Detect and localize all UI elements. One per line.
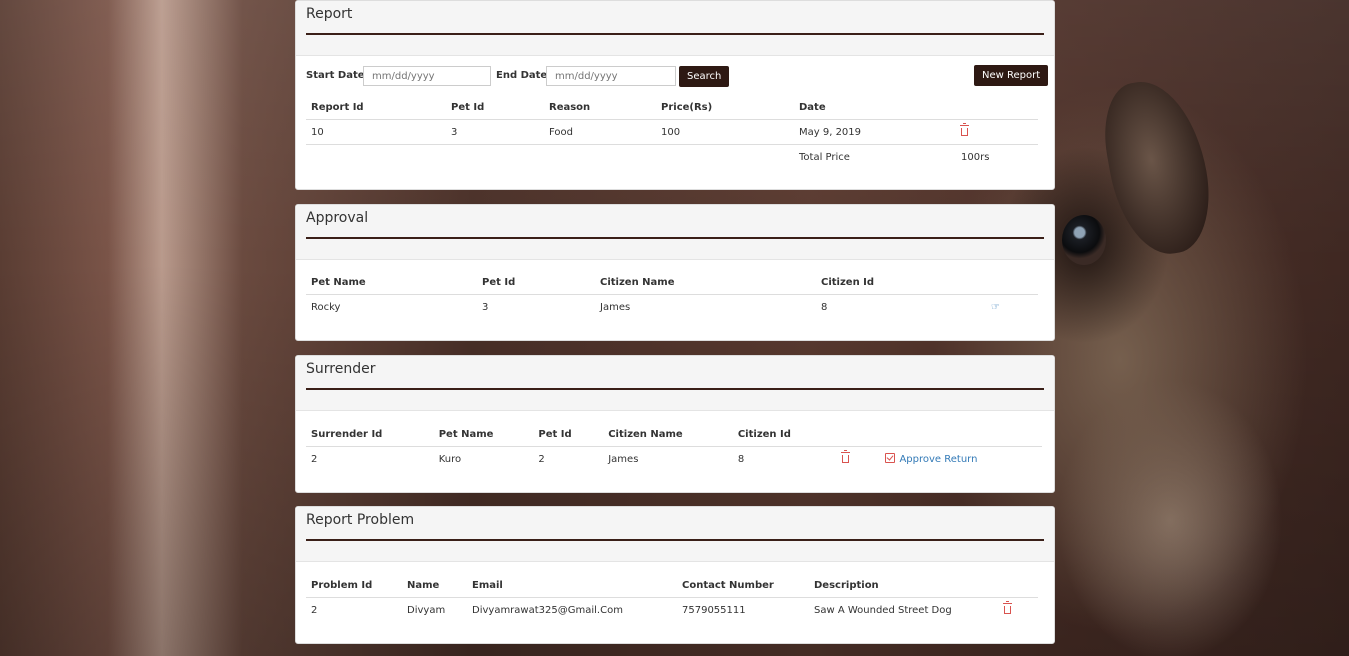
cell-reason: Food [544, 119, 656, 145]
cell-citizen-name: James [608, 453, 639, 465]
cell-description: Saw A Wounded Street Dog [814, 604, 952, 616]
report-problem-table: Problem Id Name Email Contact Number Des… [306, 573, 1038, 622]
report-table-header: Report Id Pet Id Reason Price(Rs) Date [306, 95, 1038, 120]
total-row: Total Price 100rs [306, 145, 1038, 170]
trash-icon[interactable] [840, 449, 850, 463]
col-report-id: Report Id [306, 95, 446, 120]
cell-pet-id: 3 [446, 119, 544, 145]
report-title: Report [306, 6, 353, 22]
surrender-table-header: Surrender Id Pet Name Pet Id Citizen Nam… [306, 422, 1042, 447]
report-problem-panel-heading: Report Problem [296, 507, 1054, 562]
approval-table: Pet Name Pet Id Citizen Name Citizen Id … [306, 270, 1038, 319]
approve-return-link[interactable]: Approve Return [899, 454, 977, 465]
col-actions [986, 270, 1038, 295]
total-price-label: Total Price [799, 151, 850, 163]
col-reason: Reason [544, 95, 656, 120]
cell-problem-id: 2 [311, 604, 318, 616]
approve-return-cell: Approve Return [880, 447, 1042, 472]
approval-panel: Approval Pet Name Pet Id Citizen Name Ci… [295, 204, 1055, 341]
search-button[interactable]: Search [679, 66, 730, 87]
check-square-icon[interactable] [885, 453, 896, 463]
approval-table-header: Pet Name Pet Id Citizen Name Citizen Id [306, 270, 1038, 295]
cell-contact-number: 7579055111 [682, 604, 746, 616]
col-citizen-id: Citizen Id [732, 422, 837, 447]
end-date-input[interactable] [546, 66, 676, 86]
dog-ear [1095, 73, 1220, 262]
report-problem-heading-rule [306, 539, 1044, 541]
cell-citizen-id: 8 [737, 453, 745, 465]
col-citizen-name: Citizen Name [595, 270, 816, 295]
delete-report-cell [956, 119, 1038, 145]
col-delete [836, 422, 881, 447]
col-contact-number: Contact Number [677, 573, 809, 598]
start-date-input[interactable] [363, 66, 491, 86]
cell-pet-name: Kuro [438, 453, 462, 465]
cell-pet-id: 2 [538, 453, 545, 465]
col-surrender-id: Surrender Id [306, 422, 434, 447]
total-price-value: 100rs [961, 151, 990, 163]
col-description: Description [809, 573, 999, 598]
dog-eye [1062, 215, 1106, 265]
report-table: Report Id Pet Id Reason Price(Rs) Date 1… [306, 95, 1038, 169]
approval-panel-heading: Approval [296, 205, 1054, 260]
approve-cell: ☞ [986, 295, 1038, 320]
approval-title: Approval [306, 210, 369, 226]
end-date-label: End Date [496, 70, 548, 81]
col-pet-name: Pet Name [433, 422, 534, 447]
col-name: Name [402, 573, 467, 598]
cell-price: 100 [656, 119, 794, 145]
report-panel-heading: Report [296, 1, 1054, 56]
report-problem-table-header: Problem Id Name Email Contact Number Des… [306, 573, 1038, 598]
surrender-panel-heading: Surrender [296, 356, 1054, 411]
cell-surrender-id: 2 [311, 453, 318, 465]
report-problem-title: Report Problem [306, 512, 415, 528]
cell-date: May 9, 2019 [794, 119, 956, 145]
surrender-heading-rule [306, 388, 1044, 390]
cell-citizen-id: 8 [821, 301, 828, 313]
cell-pet-id: 3 [482, 301, 489, 313]
cell-email: Divyamrawat325@Gmail.Com [472, 604, 623, 616]
start-date-label: Start Date [306, 70, 365, 81]
col-actions [956, 95, 1038, 120]
cell-pet-name: Rocky [311, 301, 341, 313]
col-problem-id: Problem Id [306, 573, 402, 598]
cell-citizen-name: James [600, 301, 631, 313]
surrender-title: Surrender [306, 361, 376, 377]
delete-surrender-cell [837, 447, 881, 472]
col-date: Date [794, 95, 956, 120]
report-panel: Report Start Date End Date Search New Re… [295, 0, 1055, 190]
table-row: 2 Kuro 2 James 8 Approve Return [306, 447, 1042, 472]
report-problem-panel: Report Problem Problem Id Name Email Con… [295, 506, 1055, 644]
table-row: 2 Divyam Divyamrawat325@Gmail.Com 757905… [306, 598, 1038, 623]
delete-problem-cell [999, 598, 1038, 623]
col-pet-name: Pet Name [306, 270, 477, 295]
cell-report-id: 10 [306, 119, 446, 145]
col-approve [880, 422, 1042, 447]
report-heading-rule [306, 33, 1044, 35]
cell-name: Divyam [407, 604, 446, 616]
col-citizen-name: Citizen Name [603, 422, 733, 447]
table-row: Rocky 3 James 8 ☞ [306, 295, 1038, 320]
surrender-table: Surrender Id Pet Name Pet Id Citizen Nam… [306, 422, 1042, 471]
col-pet-id: Pet Id [533, 422, 604, 447]
hand-point-icon[interactable]: ☞ [991, 302, 1000, 313]
col-citizen-id: Citizen Id [816, 270, 986, 295]
approval-heading-rule [306, 237, 1044, 239]
surrender-panel: Surrender Surrender Id Pet Name Pet Id C… [295, 355, 1055, 493]
trash-icon[interactable] [1003, 600, 1012, 614]
col-email: Email [467, 573, 677, 598]
col-pet-id: Pet Id [477, 270, 595, 295]
col-price: Price(Rs) [656, 95, 794, 120]
col-pet-id: Pet Id [446, 95, 544, 120]
trash-icon[interactable] [960, 122, 969, 136]
new-report-button[interactable]: New Report [974, 65, 1049, 86]
col-delete [999, 573, 1038, 598]
table-row: 10 3 Food 100 May 9, 2019 [306, 119, 1038, 145]
